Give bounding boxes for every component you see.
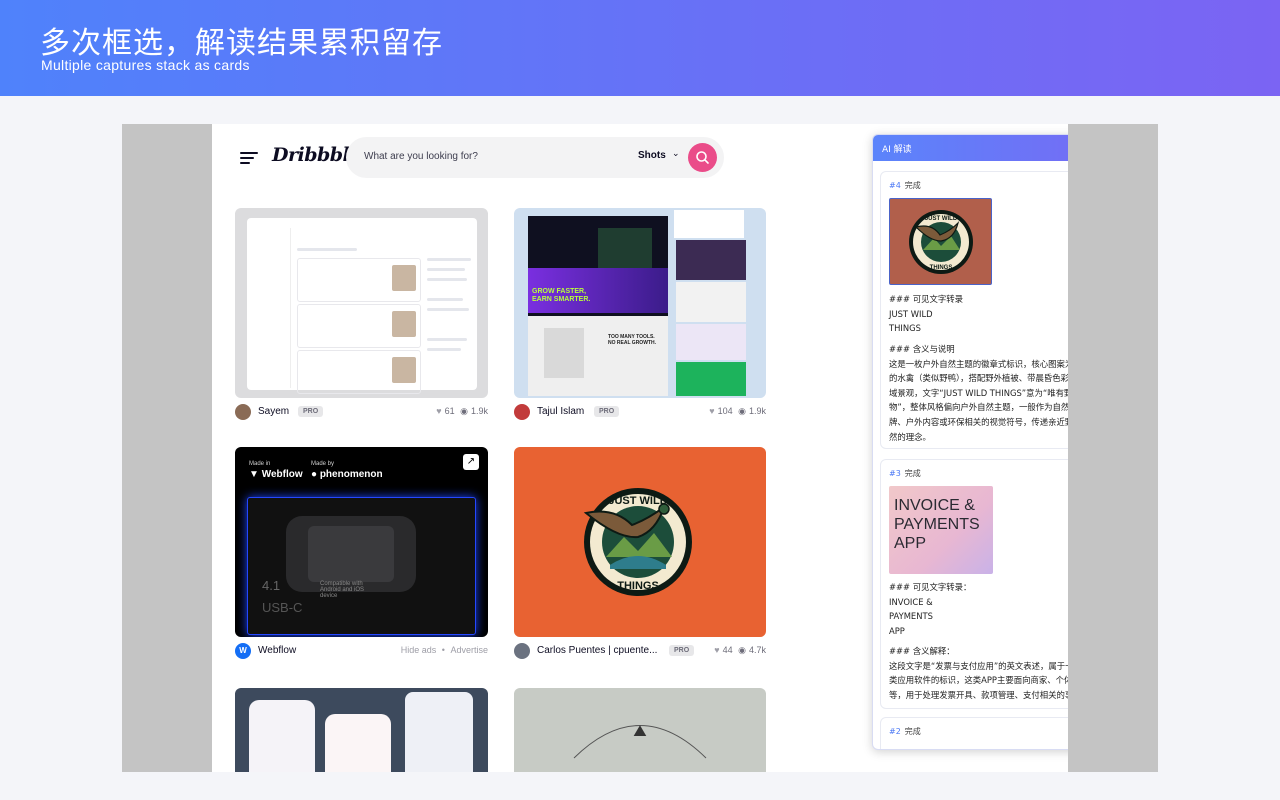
card-id: #3 [889,469,901,478]
banner-subtitle: Multiple captures stack as cards [41,57,250,73]
dashboard-preview-image [247,218,477,394]
webflow-logo: ▼ Webflow [249,469,303,480]
view-count: 4.7k [748,645,766,655]
like-count: 44 [722,645,733,655]
ad-thumbnail[interactable]: Made in ▼ Webflow Made by ● phenomenon ↗… [235,447,488,637]
svg-text:JUST WILD: JUST WILD [608,495,667,507]
card-id: #2 [889,727,901,736]
transcription-text: ### 可见文字转录 JUST WILD THINGS [889,294,963,334]
shot-stats: ♥ 104 ◉ 1.9k [706,406,766,417]
advertise-link[interactable]: Advertise [450,645,488,655]
explanation-text: ### 含义与说明 这是一枚户外自然主题的徽章式标识，核心图案为飞行 的水禽（类… [889,344,1068,442]
card-status: 完成 [904,727,921,736]
like-count: 61 [444,406,455,416]
transcription-text: ### 可见文字转录： INVOICE & PAYMENTS APP [889,582,972,636]
avatar[interactable] [235,404,251,420]
capture-thumbnail[interactable]: JUST WILD THINGS [889,198,992,285]
banner-title: 多次框选，解读结果累积留存 [40,26,443,61]
ad-meta: W Webflow Hide ads • Advertise [235,642,488,662]
capture-thumbnail[interactable]: INVOICE & PAYMENTS APP [889,486,993,574]
pro-badge: PRO [594,406,620,417]
eye-icon: ◉ [460,406,468,416]
chevron-down-icon: ⌄ [672,149,680,159]
just-wild-things-logo: JUST WILD THINGS [583,488,692,596]
shot-thumbnail[interactable]: GROW FASTER, EARN SMARTER. TOO MANY TOOLS… [514,208,766,398]
svg-text:THINGS: THINGS [930,265,953,271]
webflow-ad-image: Made in ▼ Webflow Made by ● phenomenon ↗… [235,447,488,637]
card-status: 完成 [904,181,921,190]
explanation-text: ### 含义解释： 这段文字是“发票与支付应用”的英文表述，属于一款商用 类应用… [889,646,1068,700]
search-input[interactable]: What are you looking for? [364,151,478,162]
heart-icon[interactable]: ♥ [436,406,441,416]
shot-stats: ♥ 61 ◉ 1.9k [433,406,488,417]
external-link-icon[interactable]: ↗ [463,454,479,470]
shot-author[interactable]: Sayem [258,406,289,417]
heart-icon[interactable]: ♥ [714,645,719,655]
result-card: #2 完成 [880,717,1068,749]
avatar[interactable] [514,643,530,659]
svg-text:⛰: ⛰ [633,721,647,740]
search-filter-select[interactable]: Shots [638,150,666,161]
eye-icon: ◉ [738,645,746,655]
search-button[interactable] [688,143,717,172]
phenomenon-logo: ● phenomenon [311,469,383,480]
invoice-thumb-text: INVOICE & PAYMENTS APP [894,497,980,552]
card-status: 完成 [904,469,921,478]
mountain-emblem-image: ⛰ [573,721,707,759]
shot-meta: Tajul Islam PRO ♥ 104 ◉ 1.9k [514,403,766,423]
card-id: #4 [889,181,901,190]
result-card: #4 完成 JUST WILD THINGS ### 可见文字转录 JUST WI… [880,171,1068,449]
shot-thumbnail[interactable] [235,208,488,398]
browser-screenshot: Dribbble What are you looking for? Shots… [122,124,1158,772]
view-count: 1.9k [470,406,488,416]
shot-stats: ♥ 44 ◉ 4.7k [711,645,766,656]
controller-product-image: 4.1 USB-C Compatible with Android and iO… [247,497,476,635]
webflow-avatar[interactable]: W [235,643,251,659]
shot-author[interactable]: Carlos Puentes | cpuente... [537,645,657,656]
search-bar[interactable]: What are you looking for? Shots ⌄ [346,137,724,178]
header-banner: 多次框选，解读结果累积留存 Multiple captures stack as… [0,0,1280,96]
shot-meta: Sayem PRO ♥ 61 ◉ 1.9k [235,403,488,423]
just-wild-things-logo: JUST WILD THINGS [909,210,973,274]
like-count: 104 [717,406,733,416]
eye-icon: ◉ [738,406,746,416]
pro-badge: PRO [669,645,695,656]
dribbble-page: Dribbble What are you looking for? Shots… [212,124,1068,772]
pro-badge: PRO [298,406,324,417]
shot-thumbnail[interactable]: JUST WILD THINGS [514,447,766,637]
badge-preview-image: JUST WILD THINGS [514,447,766,637]
shot-thumbnail[interactable] [235,688,488,772]
shot-meta: Carlos Puentes | cpuente... PRO ♥ 44 ◉ 4.7… [514,642,766,662]
shot-thumbnail[interactable]: ⛰ [514,688,766,772]
panel-title: AI 解读 [882,145,912,155]
result-card: #3 完成 INVOICE & PAYMENTS APP ### 可见文字转录： … [880,459,1068,709]
shot-author[interactable]: Tajul Islam [537,406,584,417]
search-icon [696,151,709,164]
view-count: 1.9k [748,406,766,416]
avatar[interactable] [514,404,530,420]
ad-author[interactable]: Webflow [258,645,296,656]
ai-interpretation-panel: AI 解读 — x ▲ ▼ #4完成 [872,134,1068,750]
poster-preview-image: GROW FASTER, EARN SMARTER. TOO MANY TOOLS… [514,208,766,398]
svg-text:THINGS: THINGS [617,580,659,592]
hide-ads-link[interactable]: Hide ads [401,645,437,655]
menu-icon[interactable] [240,152,258,164]
heart-icon[interactable]: ♥ [709,406,714,416]
svg-text:JUST WILD: JUST WILD [925,216,958,222]
panel-header[interactable]: AI 解读 — x [873,135,1068,161]
